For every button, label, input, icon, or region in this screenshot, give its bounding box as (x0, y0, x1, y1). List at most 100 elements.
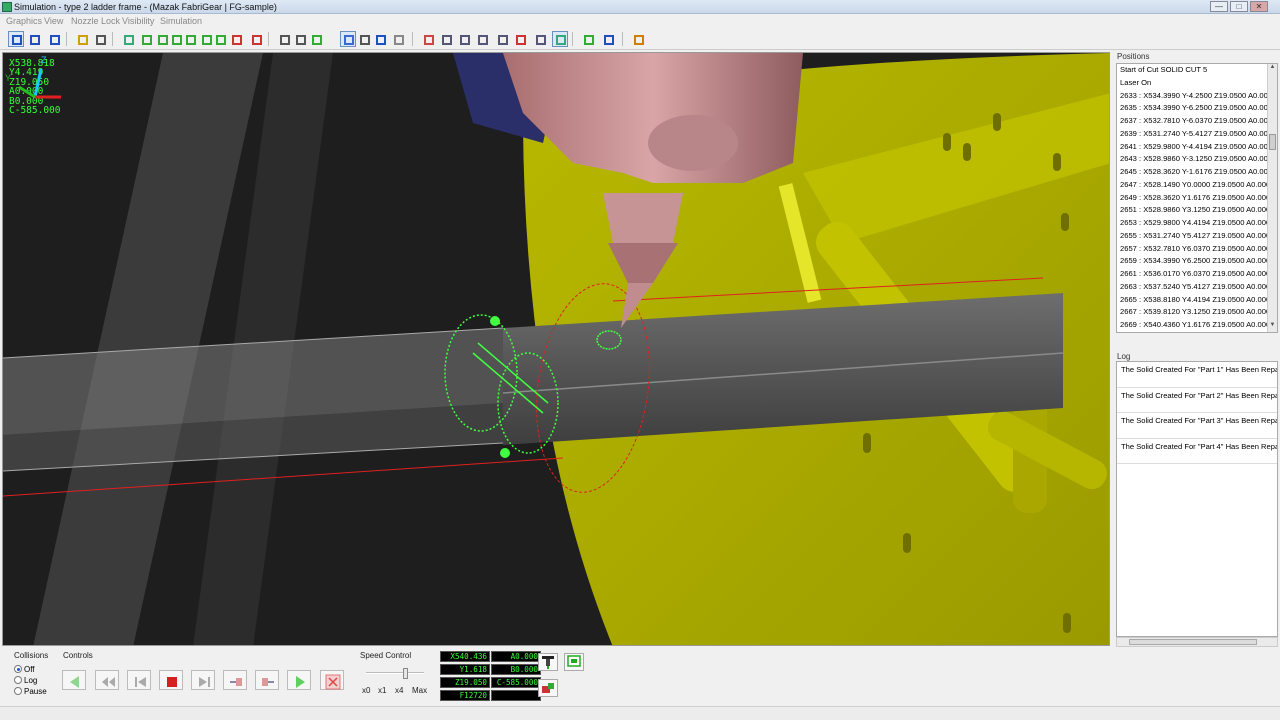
position-row[interactable]: 2647 : X528.1490 Y0.0000 Z19.0500 A0.000 (1117, 179, 1277, 192)
path-back-button[interactable] (223, 670, 247, 690)
position-row[interactable]: 2657 : X532.7810 Y6.0370 Z19.0500 A0.000 (1117, 243, 1277, 256)
close-button[interactable]: ✕ (1250, 1, 1268, 12)
scroll-up-icon[interactable]: ▲ (1268, 64, 1277, 74)
fit-selection-button[interactable] (248, 31, 264, 47)
log-row[interactable]: The Solid Created For "Part 4" Has Been … (1117, 439, 1277, 464)
single-view-button[interactable] (8, 31, 24, 47)
select-multi-icon (96, 35, 106, 45)
tool-path-icon-5-button[interactable] (494, 31, 510, 47)
maximize-button[interactable]: □ (1230, 1, 1248, 12)
position-row[interactable]: 2637 : X532.7810 Y-6.0370 Z19.0500 A0.00… (1117, 115, 1277, 128)
collision-radio-pause[interactable]: Pause (14, 687, 47, 696)
stop-button[interactable] (159, 670, 183, 690)
log-row[interactable]: The Solid Created For "Part 3" Has Been … (1117, 413, 1277, 439)
log-horizontal-scrollbar[interactable] (1116, 637, 1278, 647)
radio-label: Pause (24, 687, 47, 696)
tool-path-icon-1-button[interactable] (420, 31, 436, 47)
position-row[interactable]: 2669 : X540.4360 Y1.6176 Z19.0500 A0.000 (1117, 319, 1277, 332)
positions-list[interactable]: Start of Cut SOLID CUT 5 Laser On 2633 : X… (1116, 63, 1278, 333)
robot-button[interactable] (600, 31, 616, 47)
position-row[interactable]: 2645 : X528.3620 Y-1.6176 Z19.0500 A0.00… (1117, 166, 1277, 179)
positions-vertical-scrollbar[interactable]: ▲ ▼ (1267, 64, 1277, 332)
iso-view-button[interactable] (276, 31, 292, 47)
speed-slider[interactable] (366, 668, 424, 679)
speed-tick-x0: x0 (362, 686, 371, 695)
position-row[interactable]: 2633 : X534.3990 Y-4.2500 Z19.0500 A0.00… (1117, 90, 1277, 103)
menu-visibility[interactable]: Visibility (122, 16, 154, 26)
cube-bottom-button[interactable] (212, 31, 228, 47)
menu-view[interactable]: View (44, 16, 63, 26)
speed-thumb[interactable] (403, 668, 408, 679)
position-row[interactable]: Laser On (1117, 77, 1277, 90)
section-button[interactable] (356, 31, 372, 47)
collision-radio-off[interactable]: Off (14, 665, 35, 674)
position-row[interactable]: 2643 : X528.9860 Y-3.1250 Z19.0500 A0.00… (1117, 153, 1277, 166)
log-row[interactable]: The Solid Created For "Part 2" Has Been … (1117, 388, 1277, 413)
axis-icon (584, 35, 594, 45)
radio-dot[interactable] (14, 687, 22, 695)
clip-button[interactable] (390, 31, 406, 47)
scroll-down-icon[interactable]: ▼ (1268, 322, 1277, 332)
rewind-button[interactable] (95, 670, 119, 690)
position-row[interactable]: 2659 : X534.3990 Y6.2500 Z19.0500 A0.000 (1117, 255, 1277, 268)
positions-panel: Positions Start of Cut SOLID CUT 5 Laser … (1114, 50, 1280, 346)
select-multi-button[interactable] (92, 31, 108, 47)
minimize-button[interactable]: — (1210, 1, 1228, 12)
wireframe-button[interactable] (292, 31, 308, 47)
radio-dot[interactable] (14, 676, 22, 684)
simulation-viewport[interactable]: X538.818Y4.419Z19.050A0.000B0.000C-585.0… (2, 52, 1110, 646)
tool-path-icon-3-button[interactable] (456, 31, 472, 47)
controls-label: Controls (63, 651, 93, 660)
tool-path-icon-6-button[interactable] (512, 31, 528, 47)
log-list[interactable]: The Solid Created For "Part 1" Has Been … (1116, 361, 1278, 637)
cube-front-icon (142, 35, 152, 45)
cube-right-button[interactable] (182, 31, 198, 47)
close-x-button[interactable] (320, 670, 344, 690)
tool-path-icon-4-button[interactable] (474, 31, 490, 47)
position-row[interactable]: Start of Cut SOLID CUT 5 (1117, 64, 1277, 77)
menu-graphics[interactable]: Graphics (6, 16, 42, 26)
scroll-thumb[interactable] (1269, 134, 1276, 150)
scroll-thumb[interactable] (1129, 639, 1257, 645)
pick-button[interactable] (532, 31, 548, 47)
shaded-button[interactable] (308, 31, 324, 47)
position-row[interactable]: 2651 : X528.9860 Y3.1250 Z19.0500 A0.000 (1117, 204, 1277, 217)
position-row[interactable]: 2635 : X534.3990 Y-6.2500 Z19.0500 A0.00… (1117, 102, 1277, 115)
four-view-button[interactable] (46, 31, 62, 47)
position-row[interactable]: 2653 : X529.9800 Y4.4194 Z19.0500 A0.000 (1117, 217, 1277, 230)
fit-extents-button[interactable] (228, 31, 244, 47)
radio-dot[interactable] (14, 665, 22, 673)
torch-tool-button[interactable] (538, 653, 558, 671)
tool-path-icon-4 (478, 35, 488, 45)
position-row[interactable]: 2665 : X538.8180 Y4.4194 Z19.0500 A0.000 (1117, 294, 1277, 307)
step-back-icon (135, 677, 146, 687)
machine-tool-button[interactable] (538, 679, 558, 697)
shield-button[interactable] (372, 31, 388, 47)
two-view-button[interactable] (26, 31, 42, 47)
axis-button[interactable] (580, 31, 596, 47)
position-row[interactable]: 2641 : X529.9800 Y-4.4194 Z19.0500 A0.00… (1117, 141, 1277, 154)
tool-path-icon-2-button[interactable] (438, 31, 454, 47)
tree-button[interactable] (120, 31, 136, 47)
step-forward-button[interactable] (191, 670, 215, 690)
position-row[interactable]: 2655 : X531.2740 Y5.4127 Z19.0500 A0.000 (1117, 230, 1277, 243)
position-row[interactable]: 2649 : X528.3620 Y1.6176 Z19.0500 A0.000 (1117, 192, 1277, 205)
path-forward-button[interactable] (255, 670, 279, 690)
cube-front-button[interactable] (138, 31, 154, 47)
settings-gear-button[interactable] (630, 31, 646, 47)
position-row[interactable]: 2663 : X537.5240 Y5.4127 Z19.0500 A0.000 (1117, 281, 1277, 294)
log-row[interactable]: The Solid Created For "Part 1" Has Been … (1117, 362, 1277, 388)
collision-radio-log[interactable]: Log (14, 676, 37, 685)
position-row[interactable]: 2667 : X539.8120 Y3.1250 Z19.0500 A0.000 (1117, 306, 1277, 319)
select-pointer-button[interactable] (74, 31, 90, 47)
position-row[interactable]: 2661 : X536.0170 Y6.0370 Z19.0500 A0.000 (1117, 268, 1277, 281)
measure-button[interactable] (552, 31, 568, 47)
position-row[interactable]: 2639 : X531.2740 Y-5.4127 Z19.0500 A0.00… (1117, 128, 1277, 141)
play-reverse-button[interactable] (62, 670, 86, 690)
play-button[interactable] (287, 670, 311, 690)
transparent-button[interactable] (340, 31, 356, 47)
menu-simulation[interactable]: Simulation (160, 16, 202, 26)
display-tool-button[interactable] (564, 653, 584, 671)
step-back-button[interactable] (127, 670, 151, 690)
menu-nozzle-lock[interactable]: Nozzle Lock (71, 16, 120, 26)
